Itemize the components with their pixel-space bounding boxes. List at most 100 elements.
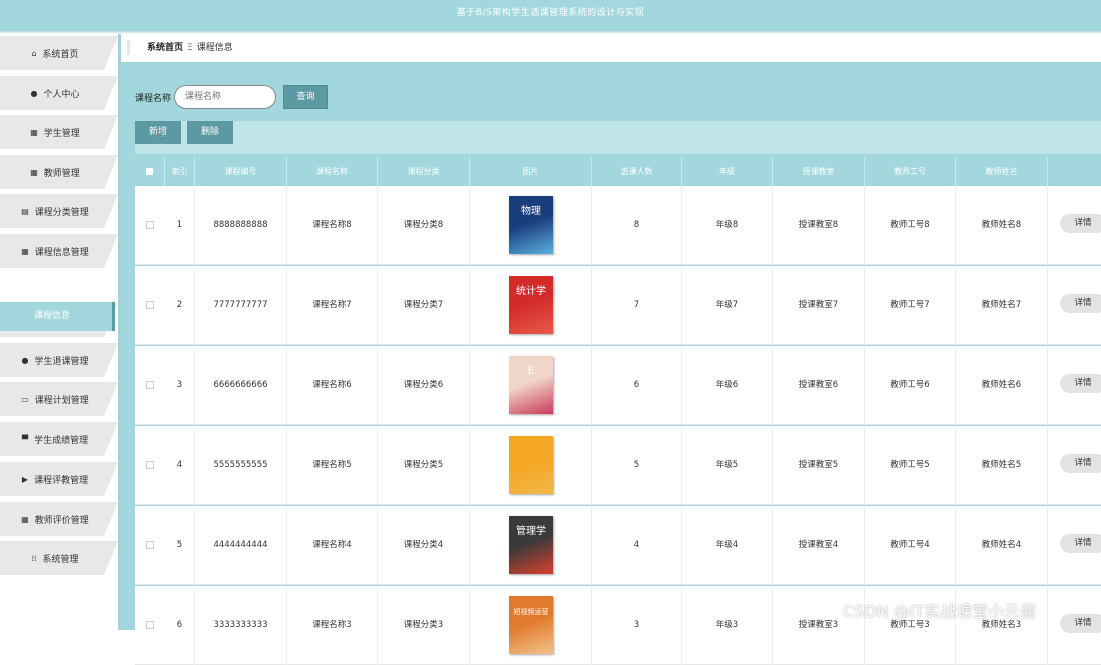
sidebar-item-2[interactable]: ▦ 学生管理 — [0, 115, 118, 149]
sidebar-item-10[interactable]: ▶ 课程评教管理 — [0, 462, 118, 496]
cell-name: 课程名称5 — [287, 426, 378, 505]
briefcase-icon: ▭ — [21, 394, 29, 404]
image-cell: 统计学 — [470, 266, 592, 345]
column-header: 教师姓名 — [956, 157, 1048, 186]
column-header: 年级 — [682, 157, 773, 186]
detail-button[interactable]: 详情 — [1060, 294, 1101, 313]
row-checkbox[interactable] — [146, 541, 154, 549]
table-row: 5 4444444444 课程名称4 课程分类4 管理学 4 年级4 授课教室4 教师工号4 教师… — [135, 506, 1101, 585]
user-icon: ● — [30, 88, 38, 98]
video-icon: ▶ — [21, 474, 29, 484]
cell-teacher-id: 教师工号7 — [865, 266, 956, 345]
sidebar-item-content: ▶ 课程评教管理 — [0, 462, 110, 496]
cell-code: 5555555555 — [195, 426, 287, 505]
row-checkbox[interactable] — [146, 301, 154, 309]
sidebar-item-label: 学生退课管理 — [34, 356, 89, 367]
sidebar-subitem-course-info[interactable]: 课程信息 — [0, 302, 114, 331]
delete-button[interactable]: 删除 — [187, 121, 233, 144]
cell-room: 授课教室8 — [773, 186, 865, 265]
cell-index: 5 — [165, 506, 195, 585]
cell-teacher-id: 教师工号4 — [865, 506, 956, 585]
table-header: 索引 课程编号 课程名称 课程分类 图片 选课人数 年级 授课教室 教师工号 教师姓名 — [135, 157, 1101, 186]
table-row: 3 6666666666 课程名称6 课程分类6 E 6 年级6 授课教室6 教师工号6 教师姓名… — [135, 346, 1101, 425]
course-cover-image[interactable]: 管理学 — [509, 516, 553, 574]
cell-grade: 年级7 — [682, 266, 773, 345]
sidebar-item-12[interactable]: ⁞⁞ 系统管理 — [0, 541, 118, 575]
detail-button[interactable]: 详情 — [1060, 454, 1101, 473]
cell-code: 6666666666 — [195, 346, 287, 425]
image-cell: 物理 — [470, 186, 592, 265]
grid-icon: ▦ — [21, 246, 29, 256]
hand-cursor-icon: ☝ — [157, 126, 165, 141]
course-cover-image[interactable] — [509, 436, 553, 494]
sidebar-item-label: 学生管理 — [43, 128, 80, 139]
row-checkbox[interactable] — [146, 221, 154, 229]
cover-title: 物理 — [521, 206, 541, 217]
home-icon: ⌂ — [31, 48, 37, 58]
sidebar-item-label: 学生成绩管理 — [34, 435, 89, 446]
course-name-search-input[interactable] — [174, 85, 276, 109]
watermark: CSDN @IT实战课堂小元酱 — [843, 602, 1037, 621]
cell-name: 课程名称3 — [287, 586, 378, 665]
column-header: 课程编号 — [195, 157, 287, 186]
select-all-checkbox[interactable] — [146, 168, 153, 175]
sidebar-item-9[interactable]: ▀ 学生成绩管理 — [0, 422, 118, 456]
detail-button[interactable]: 详情 — [1060, 214, 1101, 233]
breadcrumb-bar: 系统首页 Ξ 课程信息 — [121, 34, 1101, 62]
sidebar-item-3[interactable]: ▦ 教师管理 — [0, 155, 118, 189]
actions-column-header — [1048, 157, 1101, 186]
cell-count: 5 — [592, 426, 682, 505]
cell-teacher-name: 教师姓名6 — [956, 346, 1048, 425]
cell-category: 课程分类3 — [378, 586, 470, 665]
sidebar-item-0[interactable]: ⌂ 系统首页 — [0, 36, 118, 70]
breadcrumb-separator-icon: Ξ — [187, 43, 193, 53]
cell-room: 授课教室6 — [773, 346, 865, 425]
user-icon: ● — [21, 355, 29, 365]
cell-count: 3 — [592, 586, 682, 665]
cell-room: 授课教室4 — [773, 506, 865, 585]
cell-teacher-id: 教师工号8 — [865, 186, 956, 265]
breadcrumb-marker — [127, 40, 130, 55]
cell-count: 6 — [592, 346, 682, 425]
row-checkbox[interactable] — [146, 381, 154, 389]
search-button[interactable]: 查询 — [283, 85, 328, 109]
detail-button[interactable]: 详情 — [1060, 534, 1101, 553]
cell-room: 授课教室5 — [773, 426, 865, 505]
image-cell: 管理学 — [470, 506, 592, 585]
cell-category: 课程分类8 — [378, 186, 470, 265]
course-cover-image[interactable]: 统计学 — [509, 276, 553, 334]
sidebar-item-7[interactable]: ● 学生退课管理 — [0, 343, 118, 377]
course-cover-image[interactable]: E — [509, 356, 553, 414]
sidebar-item-content: ● 学生退课管理 — [0, 343, 110, 377]
sidebar-item-11[interactable]: ▦ 教师评价管理 — [0, 502, 118, 536]
sidebar-item-label: 系统首页 — [42, 49, 79, 60]
cell-teacher-id: 教师工号6 — [865, 346, 956, 425]
sidebar-item-content: ● 个人中心 — [0, 76, 110, 110]
sidebar-item-label: 个人中心 — [43, 89, 80, 100]
course-cover-image[interactable]: 短视频运营 — [509, 596, 553, 654]
cell-code: 4444444444 — [195, 506, 287, 585]
sidebar-item-4[interactable]: ▤ 课程分类管理 — [0, 194, 118, 228]
sidebar-item-8[interactable]: ▭ 课程计划管理 — [0, 382, 118, 416]
cell-code: 7777777777 — [195, 266, 287, 345]
cover-title: 统计学 — [516, 286, 546, 297]
breadcrumb-home-link[interactable]: 系统首页 — [147, 43, 183, 53]
column-header: 课程分类 — [378, 157, 470, 186]
column-header: 课程名称 — [287, 157, 378, 186]
cell-grade: 年级6 — [682, 346, 773, 425]
action-toolbar — [135, 121, 1101, 154]
course-cover-image[interactable]: 物理 — [509, 196, 553, 254]
select-all-header — [135, 157, 165, 186]
sidebar-item-label: 课程计划管理 — [34, 395, 89, 406]
row-checkbox[interactable] — [146, 621, 154, 629]
sidebar-item-content: ▦ 课程信息管理 — [0, 234, 110, 268]
sidebar-item-1[interactable]: ● 个人中心 — [0, 76, 118, 110]
sidebar-item-5[interactable]: ▦ 课程信息管理 — [0, 234, 118, 268]
sidebar-item-content: ▦ 教师评价管理 — [0, 502, 110, 536]
detail-button[interactable]: 详情 — [1060, 374, 1101, 393]
cell-index: 1 — [165, 186, 195, 265]
detail-button[interactable]: 详情 — [1060, 614, 1101, 633]
document-icon: ▤ — [21, 206, 29, 216]
column-header: 选课人数 — [592, 157, 682, 186]
row-checkbox[interactable] — [146, 461, 154, 469]
